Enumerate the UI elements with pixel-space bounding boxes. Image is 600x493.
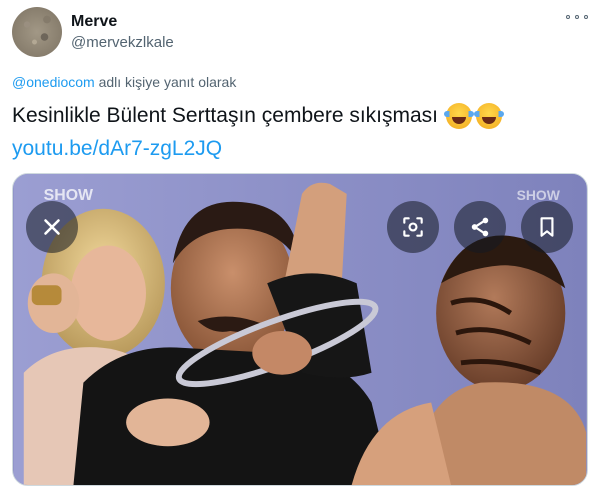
face-with-tears-of-joy-emoji — [444, 103, 475, 129]
bookmark-icon — [540, 217, 554, 237]
image-search-icon — [403, 217, 423, 237]
reply-mention-link[interactable]: @onediocom — [12, 74, 95, 90]
share-icon — [471, 217, 489, 237]
bookmark-button[interactable] — [521, 201, 573, 253]
close-button[interactable] — [26, 201, 78, 253]
display-name[interactable]: Merve — [71, 13, 117, 31]
tweet-text: Kesinlikle Bülent Serttaşın çembere sıkı… — [12, 103, 505, 129]
face-with-tears-of-joy-emoji — [474, 103, 505, 129]
tweet-link[interactable]: youtu.be/dAr7-zgL2JQ — [12, 137, 222, 161]
reply-suffix: adlı kişiye yanıt olarak — [94, 74, 237, 90]
tweet-text-body: Kesinlikle Bülent Serttaşın çembere sıkı… — [12, 104, 439, 127]
more-icon[interactable] — [566, 10, 588, 24]
avatar[interactable] — [12, 7, 62, 57]
image-search-button[interactable] — [387, 201, 439, 253]
tweet-media-image[interactable]: SHOW SHOW — [12, 173, 588, 486]
user-handle[interactable]: @mervekzlkale — [71, 34, 174, 51]
media-watermark-right: SHOW — [517, 187, 561, 203]
reply-context: @onediocom adlı kişiye yanıt olarak — [12, 74, 236, 90]
share-button[interactable] — [454, 201, 506, 253]
close-icon — [44, 219, 60, 235]
